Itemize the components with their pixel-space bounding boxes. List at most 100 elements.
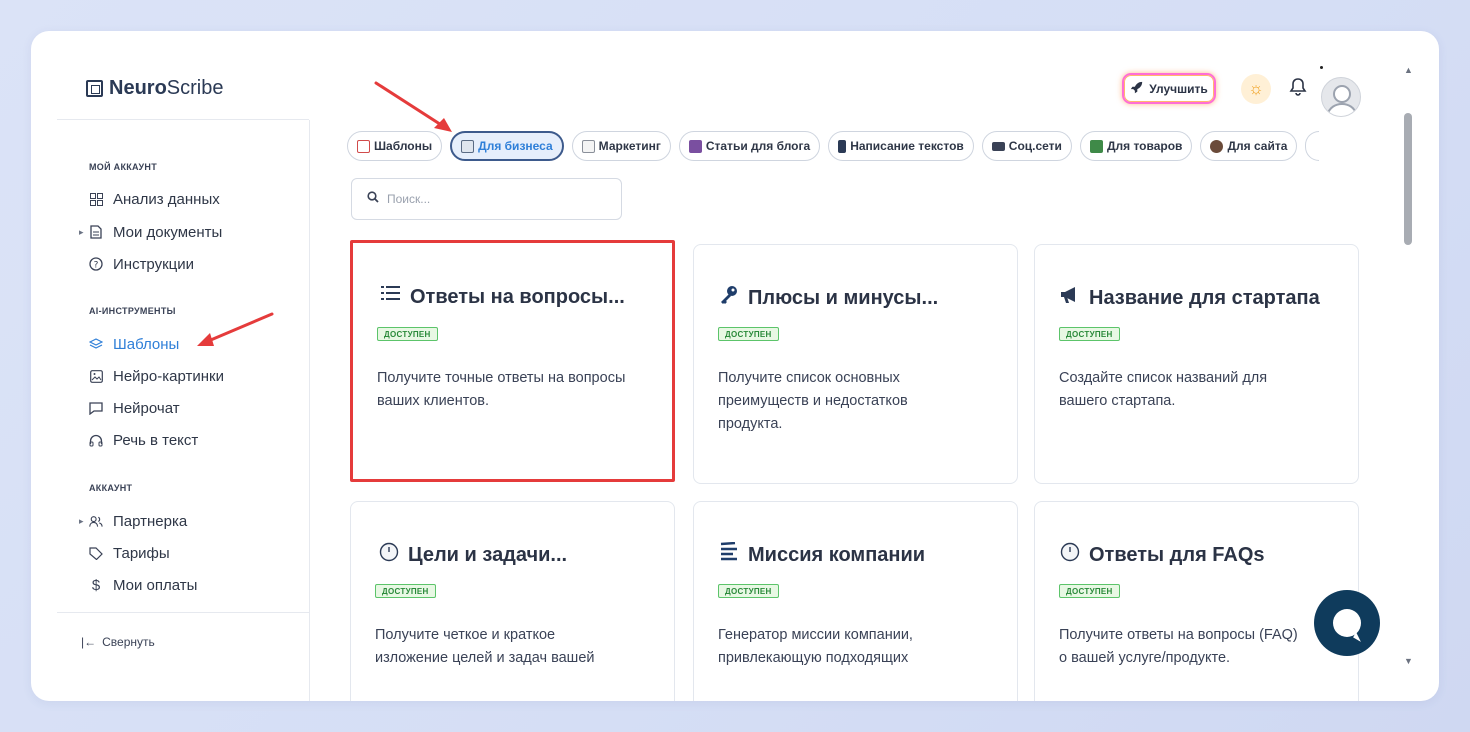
tag-icon [89, 546, 103, 560]
megaphone-icon [1059, 285, 1081, 311]
search-input[interactable] [387, 192, 587, 206]
app-window: NeuroScribe Улучшить ☼ МОЙ АККАУНТ Анали… [31, 31, 1439, 701]
rocket-icon [1130, 81, 1143, 97]
section-label-my-account: МОЙ АККАУНТ [89, 162, 158, 172]
tab-more[interactable] [1305, 131, 1320, 161]
sidebar-item-speech-to-text[interactable]: Речь в текст [89, 429, 198, 451]
logo-bold: Neuro [109, 77, 167, 99]
card-description: Генератор миссии компании, привлекающую … [718, 627, 913, 666]
search-icon [367, 190, 379, 208]
sidebar-item-label: Тарифы [113, 544, 170, 562]
sidebar-item-label: Речь в текст [113, 431, 199, 449]
card-description: Создайте список названий для вашего стар… [1059, 370, 1268, 409]
dollar-icon: $ [91, 576, 101, 594]
tab-label: Написание текстов [850, 139, 964, 153]
sidebar-item-label: Анализ данных [113, 190, 220, 208]
sidebar-item-neuro-images[interactable]: Нейро-картинки [89, 365, 224, 387]
sidebar-divider [57, 612, 309, 613]
collapse-sidebar-button[interactable]: |← Свернуть [81, 635, 155, 649]
top-header: NeuroScribe Улучшить ☼ [31, 31, 1401, 119]
sidebar-item-neurochat[interactable]: Нейрочат [89, 397, 180, 419]
card-description: Получите точные ответы на вопросы ваших … [377, 370, 626, 409]
collapse-icon: |← [81, 635, 97, 649]
tab-website[interactable]: Для сайта [1200, 131, 1298, 161]
template-card[interactable]: Плюсы и минусы... ДОСТУПЕН Получите спис… [693, 244, 1018, 484]
status-badge: ДОСТУПЕН [1059, 327, 1120, 341]
chat-bubble-icon [1333, 609, 1361, 637]
sidebar-item-label: Мои документы [113, 223, 223, 241]
upgrade-label: Улучшить [1149, 81, 1208, 96]
status-badge: ДОСТУПЕН [375, 584, 436, 598]
sidebar-item-partners[interactable]: Партнерка [79, 510, 188, 532]
template-card[interactable]: Миссия компании ДОСТУПЕН Генератор мисси… [693, 501, 1018, 701]
upgrade-button[interactable]: Улучшить [1122, 73, 1216, 104]
tab-templates[interactable]: Шаблоны [347, 131, 443, 161]
search-box [351, 178, 622, 220]
ledger-icon [1089, 139, 1103, 153]
headphones-icon [89, 434, 103, 447]
card-description: Получите список основных преимуществ и н… [718, 370, 908, 432]
notebook-icon [461, 139, 475, 153]
status-badge: ДОСТУПЕН [377, 327, 438, 341]
notifications-button[interactable] [1286, 77, 1310, 101]
card-title-text: Миссия компании [748, 543, 926, 566]
tab-label: Для товаров [1106, 139, 1183, 153]
logo[interactable]: NeuroScribe [86, 77, 224, 100]
card-title-text: Ответы для FAQs [1089, 543, 1265, 566]
card-description: Получите четкое и краткое изложение целе… [375, 627, 595, 666]
lines-icon [718, 541, 740, 568]
scroll-up-arrow[interactable]: ▲ [1404, 65, 1413, 75]
tab-label: Шаблоны [374, 139, 433, 153]
card-title: Цели и задачи... [378, 542, 567, 568]
sidebar-item-templates[interactable]: Шаблоны [89, 333, 179, 355]
sidebar-item-tariffs[interactable]: Тарифы [89, 542, 170, 564]
sidebar-item-label: Партнерка [113, 512, 188, 530]
clock-icon [1059, 542, 1081, 568]
card-title: Ответы на вопросы... [380, 285, 625, 309]
theme-toggle-button[interactable]: ☼ [1241, 74, 1271, 104]
section-label-ai-tools: AI-ИНСТРУМЕНТЫ [89, 306, 176, 316]
sidebar-item-my-documents[interactable]: Мои документы [79, 221, 223, 243]
template-card[interactable]: Цели и задачи... ДОСТУПЕН Получите четко… [350, 501, 675, 701]
tab-marketing[interactable]: Маркетинг [571, 131, 671, 161]
tab-business[interactable]: Для бизнеса [450, 131, 564, 161]
sidebar-item-my-payments[interactable]: $ Мои оплаты [89, 574, 198, 596]
scrollbar-thumb[interactable] [1404, 113, 1412, 245]
document-icon [89, 225, 103, 239]
sidebar-item-instructions[interactable]: ? Инструкции [89, 253, 194, 275]
tab-blog-articles[interactable]: Статьи для блога [678, 131, 821, 161]
books-icon [688, 139, 702, 153]
sidebar-item-label: Шаблоны [113, 335, 180, 353]
logo-light: Scribe [166, 77, 224, 99]
checkbox-icon [357, 139, 370, 153]
card-title: Ответы для FAQs [1059, 542, 1265, 568]
tab-label: Для бизнеса [478, 139, 553, 153]
sidebar-item-label: Нейро-картинки [113, 367, 224, 385]
list-icon [380, 285, 402, 309]
bell-icon [1289, 77, 1307, 102]
sidebar-item-data-analysis[interactable]: Анализ данных [89, 188, 220, 210]
card-title: Плюсы и минусы... [718, 285, 938, 311]
card-title-text: Цели и задачи... [408, 543, 568, 566]
svg-text:?: ? [94, 261, 99, 271]
card-title-text: Название для стартапа [1089, 286, 1320, 309]
template-card[interactable]: Ответы для FAQs ДОСТУПЕН Получите ответы… [1034, 501, 1359, 701]
collapse-label: Свернуть [102, 635, 155, 649]
avatar[interactable] [1321, 77, 1361, 117]
sidebar-item-label: Нейрочат [113, 399, 180, 417]
tab-label: Маркетинг [598, 139, 661, 153]
template-card[interactable]: Название для стартапа ДОСТУПЕН Создайте … [1034, 244, 1359, 484]
tab-social[interactable]: Соц.сети [981, 131, 1072, 161]
sun-icon: ☼ [1248, 79, 1264, 98]
tab-products[interactable]: Для товаров [1079, 131, 1193, 161]
status-badge: ДОСТУПЕН [1059, 584, 1120, 598]
notification-dot [1320, 66, 1323, 69]
chat-widget-button[interactable] [1314, 590, 1380, 656]
image-icon [89, 369, 103, 383]
scroll-down-arrow[interactable]: ▼ [1404, 656, 1413, 666]
template-card[interactable]: Ответы на вопросы... ДОСТУПЕН Получите т… [350, 240, 675, 482]
tab-copywriting[interactable]: Написание текстов [828, 131, 974, 161]
grid-icon [89, 192, 103, 206]
help-circle-icon: ? [89, 257, 103, 271]
status-badge: ДОСТУПЕН [718, 327, 779, 341]
